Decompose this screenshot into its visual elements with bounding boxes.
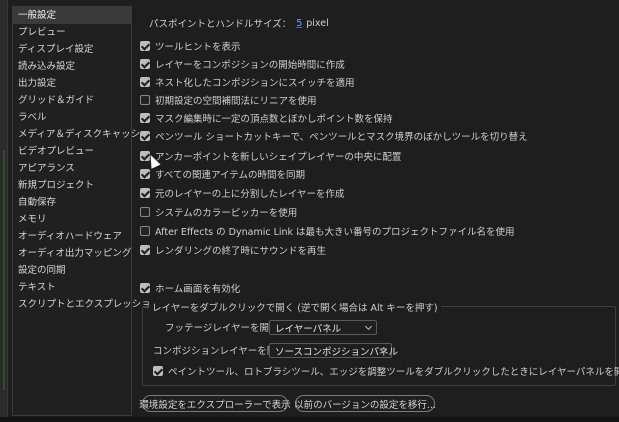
checkbox[interactable] (140, 226, 150, 236)
panel-edge-strip (0, 0, 8, 422)
option-show-tool-tips[interactable]: ツールヒントを表示 (140, 38, 241, 54)
composition-layer-dropdown[interactable]: ソースコンポジションパネル (269, 343, 398, 358)
option-pen-tool-shortcut-toggle[interactable]: ペンツール ショートカットキーで、ペンツールとマスク境界のぼかしツールを切り替え (140, 128, 528, 144)
checkbox[interactable] (140, 59, 150, 69)
sidebar-item-type[interactable]: テキスト (13, 279, 131, 296)
sidebar-item-sync-settings[interactable]: 設定の同期 (13, 262, 131, 279)
option-label: ペンツール ショートカットキーで、ペンツールとマスク境界のぼかしツールを切り替え (155, 132, 528, 143)
sidebar-item-labels[interactable]: ラベル (13, 109, 131, 126)
dropdown-value: ソースコンポジションパネル (275, 346, 399, 358)
path-point-size-unit: pixel (306, 17, 329, 29)
option-label: アンカーポイントを新しいシェイプレイヤーの中央に配置 (155, 152, 402, 163)
option-enable-home-screen[interactable]: ホーム画面を有効化 (140, 280, 240, 296)
option-switches-affect-nested[interactable]: ネスト化したコンポジションにスイッチを適用 (140, 74, 355, 90)
checkbox[interactable] (140, 283, 150, 293)
option-label: ツールヒントを表示 (155, 42, 241, 53)
option-play-sound-on-render-complete[interactable]: レンダリングの終了時にサウンドを再生 (140, 242, 326, 258)
checkbox[interactable] (140, 169, 150, 179)
option-sync-time-related-items[interactable]: すべての関連アイテムの時間を同期 (140, 166, 305, 182)
option-default-linear-interpolation[interactable]: 初期設定の空間補間法にリニアを使用 (140, 92, 317, 108)
option-label: 元のレイヤーの上に分割したレイヤーを作成 (155, 189, 345, 200)
checkbox[interactable] (140, 77, 150, 87)
sidebar-item-previews[interactable]: プレビュー (13, 24, 131, 41)
option-paint-tool-open-layer-panel[interactable]: ペイントツール、ロトブラシツール、エッジを調整ツールをダブルクリックしたときにレ… (153, 363, 619, 379)
option-label: レイヤーをコンポジションの開始時間に作成 (155, 60, 345, 71)
option-label: マスク編集時に一定の頂点数とぼかしポイント数を保持 (155, 114, 393, 125)
sidebar-item-output[interactable]: 出力設定 (13, 75, 131, 92)
option-label: 初期設定の空間補間法にリニアを使用 (155, 96, 317, 107)
option-label: ペイントツール、ロトブラシツール、エッジを調整ツールをダブルクリックしたときにレ… (168, 367, 619, 378)
sidebar-item-audio-hardware[interactable]: オーディオハードウェア (13, 228, 131, 245)
sidebar-item-import[interactable]: 読み込み設定 (13, 58, 131, 75)
bottom-edge (0, 417, 619, 422)
checkbox[interactable] (140, 188, 150, 198)
option-label: After Effects の Dynamic Link は最も大きい番号のプロ… (155, 227, 515, 238)
option-dynamic-link-highest-number[interactable]: After Effects の Dynamic Link は最も大きい番号のプロ… (140, 223, 515, 239)
sidebar-item-memory[interactable]: メモリ (13, 211, 131, 228)
option-create-split-layers-above[interactable]: 元のレイヤーの上に分割したレイヤーを作成 (140, 185, 344, 201)
dropdown-value: レイヤーパネル (275, 323, 342, 335)
migrate-previous-settings-button[interactable]: 以前のバージョンの設定を移行... (294, 395, 436, 412)
sidebar-item-auto-save[interactable]: 自動保存 (13, 194, 131, 211)
sidebar-item-scripting-expressions[interactable]: スクリプトとエクスプレッション (13, 296, 160, 313)
double-click-open-group: レイヤーをダブルクリックで開く (逆で開く場合は Alt キーを押す) フッテー… (142, 300, 619, 386)
checkbox[interactable] (140, 95, 150, 105)
checkbox[interactable] (140, 113, 150, 123)
sidebar-item-audio-output-mapping[interactable]: オーディオ出力マッピング (13, 245, 131, 262)
option-label: ネスト化したコンポジションにスイッチを適用 (155, 78, 355, 89)
option-label: すべての関連アイテムの時間を同期 (155, 170, 306, 181)
path-point-size-value[interactable]: 5 (296, 18, 302, 29)
path-point-size-row: パスポイントとハンドルサイズ： 5 pixel (149, 15, 329, 31)
chevron-down-icon (364, 322, 373, 331)
sidebar-item-display[interactable]: ディスプレイ設定 (13, 41, 131, 58)
option-create-layers-at-comp-start[interactable]: レイヤーをコンポジションの開始時間に作成 (140, 56, 345, 72)
footage-layer-dropdown[interactable]: レイヤーパネル (269, 320, 377, 335)
sidebar-item-media-cache[interactable]: メディア＆ディスクキャッシュ (13, 126, 150, 143)
checkbox[interactable] (140, 41, 150, 51)
sidebar-item-new-project[interactable]: 新規プロジェクト (13, 177, 131, 194)
option-center-anchor-point[interactable]: アンカーポイントを新しいシェイプレイヤーの中央に配置 (140, 148, 401, 164)
group-title: レイヤーをダブルクリックで開く (逆で開く場合は Alt キーを押す) (149, 300, 441, 314)
option-label: ホーム画面を有効化 (155, 284, 241, 295)
checkbox[interactable] (140, 131, 150, 141)
reveal-preferences-button[interactable]: 環境設定をエクスプローラーで表示 (139, 395, 291, 412)
checkbox[interactable] (140, 245, 150, 255)
path-point-size-label: パスポイントとハンドルサイズ： (149, 19, 292, 30)
option-preserve-vertex-count[interactable]: マスク編集時に一定の頂点数とぼかしポイント数を保持 (140, 110, 393, 126)
option-label: レンダリングの終了時にサウンドを再生 (155, 246, 327, 257)
sidebar-item-appearance[interactable]: アピアランス (13, 160, 131, 177)
checkbox[interactable] (153, 366, 163, 376)
checkbox[interactable] (140, 207, 150, 217)
sidebar-item-grids-guides[interactable]: グリッド＆ガイド (13, 92, 131, 109)
option-system-color-picker[interactable]: システムのカラーピッカーを使用 (140, 204, 297, 220)
preferences-category-list: 一般設定 プレビュー ディスプレイ設定 読み込み設定 出力設定 グリッド＆ガイド… (12, 6, 160, 416)
general-preferences-panel: パスポイントとハンドルサイズ： 5 pixel ツールヒントを表示 レイヤーをコ… (139, 0, 619, 422)
sidebar-item-video-preview[interactable]: ビデオプレビュー (13, 143, 131, 160)
sidebar-item-general[interactable]: 一般設定 (13, 7, 131, 24)
option-label: システムのカラーピッカーを使用 (155, 208, 298, 219)
